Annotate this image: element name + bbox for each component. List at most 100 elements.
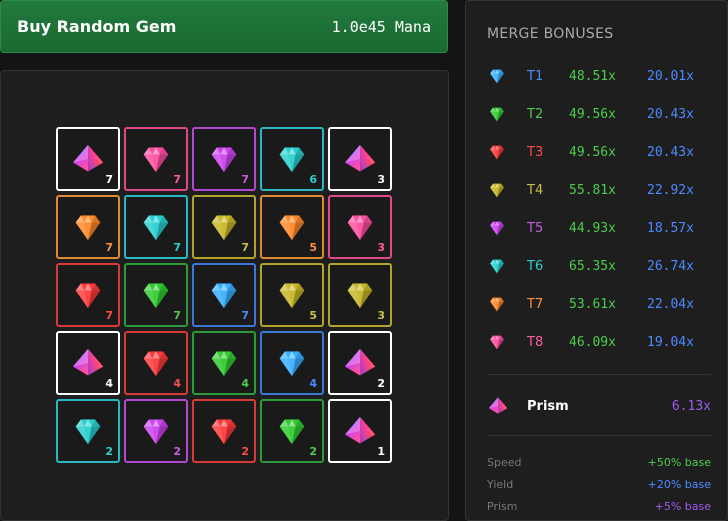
stat-value: +20% base: [647, 478, 711, 491]
gem-level: 7: [173, 241, 181, 254]
gem-slot[interactable]: 3: [328, 263, 392, 327]
gem-board: 7 7 7 6 3 7 7 7 5 3 7 7 7 5 3 4 4 4 4 2 …: [0, 70, 449, 521]
prism-gem-icon: [344, 416, 376, 445]
bonus-multiplier-primary: 49.56x: [569, 144, 616, 160]
stat-row-speed: Speed +50% base: [487, 456, 711, 469]
gem-slot[interactable]: 7: [56, 263, 120, 327]
orange-gem-icon: [489, 297, 505, 312]
tier-label: T4: [527, 182, 544, 198]
orange-gem-icon: [74, 214, 102, 242]
blue-gem-icon: [489, 69, 505, 84]
gem-level: 6: [309, 173, 317, 186]
cyan-gem-icon: [74, 418, 102, 446]
gem-slot[interactable]: 4: [260, 331, 324, 395]
gem-level: 2: [309, 445, 317, 458]
buy-button-label: Buy Random Gem: [17, 17, 177, 36]
gem-slot[interactable]: 7: [192, 263, 256, 327]
gem-slot[interactable]: 2: [328, 331, 392, 395]
gem-slot[interactable]: 7: [124, 263, 188, 327]
red-gem-icon: [210, 418, 238, 446]
gem-slot[interactable]: 2: [260, 399, 324, 463]
pink-gem-icon: [489, 335, 505, 350]
gem-slot[interactable]: 7: [56, 195, 120, 259]
gem-slot[interactable]: 4: [192, 331, 256, 395]
green-gem-icon: [489, 107, 505, 122]
prism-gem-icon: [72, 348, 104, 377]
gem-slot[interactable]: 7: [192, 127, 256, 191]
buy-cost: 1.0e45 Mana: [331, 17, 431, 36]
divider: [487, 435, 711, 436]
merge-bonuses-panel: MERGE BONUSES Prism 6.13x T1 48.51x 20.01x: [465, 0, 728, 521]
gem-level: 7: [241, 241, 249, 254]
gem-slot[interactable]: 6: [260, 127, 324, 191]
bonus-multiplier-primary: 46.09x: [569, 334, 616, 350]
tier-label: T2: [527, 106, 544, 122]
yellow-gem-icon: [278, 282, 306, 310]
gem-grid: 7 7 7 6 3 7 7 7 5 3 7 7 7 5 3 4 4 4 4 2 …: [56, 127, 392, 463]
bonus-multiplier-secondary: 26.74x: [647, 258, 694, 274]
bonus-multiplier-secondary: 19.04x: [647, 334, 694, 350]
purple-gem-icon: [210, 146, 238, 174]
bonus-multiplier-secondary: 18.57x: [647, 220, 694, 236]
prism-bonus-row: Prism 6.13x: [487, 395, 711, 417]
gem-slot[interactable]: 5: [260, 195, 324, 259]
gem-slot[interactable]: 7: [124, 195, 188, 259]
prism-label: Prism: [527, 398, 569, 414]
cyan-gem-icon: [278, 146, 306, 174]
yellow-gem-icon: [489, 183, 505, 198]
yellow-gem-icon: [346, 282, 374, 310]
red-gem-icon: [142, 350, 170, 378]
bonus-multiplier-secondary: 20.01x: [647, 68, 694, 84]
bonus-row-t6: T6 65.35x 26.74x: [487, 256, 717, 276]
gem-level: 7: [105, 241, 113, 254]
green-gem-icon: [278, 418, 306, 446]
gem-level: 7: [173, 309, 181, 322]
gem-slot[interactable]: 4: [56, 331, 120, 395]
tier-label: T7: [527, 296, 544, 312]
tier-label: T3: [527, 144, 544, 160]
gem-slot[interactable]: 2: [124, 399, 188, 463]
tier-label: T5: [527, 220, 544, 236]
tier-label: T8: [527, 334, 544, 350]
purple-gem-icon: [489, 221, 505, 236]
divider: [487, 374, 711, 375]
prism-gem-icon: [72, 144, 104, 173]
stat-label: Yield: [487, 478, 514, 491]
prism-value: 6.13x: [671, 398, 711, 414]
orange-gem-icon: [278, 214, 306, 242]
gem-level: 4: [173, 377, 181, 390]
red-gem-icon: [489, 145, 505, 160]
gem-slot[interactable]: 1: [328, 399, 392, 463]
gem-slot[interactable]: 2: [56, 399, 120, 463]
gem-level: 2: [105, 445, 113, 458]
gem-slot[interactable]: 3: [328, 195, 392, 259]
gem-slot[interactable]: 5: [260, 263, 324, 327]
bonus-row-t8: T8 46.09x 19.04x: [487, 332, 717, 352]
bonus-row-t7: T7 53.61x 22.04x: [487, 294, 717, 314]
gem-slot[interactable]: 4: [124, 331, 188, 395]
pink-gem-icon: [142, 146, 170, 174]
yellow-gem-icon: [210, 214, 238, 242]
gem-level: 4: [241, 377, 249, 390]
panel-title: MERGE BONUSES: [487, 26, 614, 42]
stat-value: +5% base: [654, 500, 711, 513]
stat-label: Prism: [487, 500, 518, 513]
gem-level: 7: [105, 309, 113, 322]
gem-level: 3: [377, 309, 385, 322]
tier-label: T1: [527, 68, 544, 84]
prism-gem-icon: [344, 144, 376, 173]
gem-level: 2: [241, 445, 249, 458]
red-gem-icon: [74, 282, 102, 310]
gem-level: 1: [377, 445, 385, 458]
gem-slot[interactable]: 3: [328, 127, 392, 191]
bonus-multiplier-primary: 65.35x: [569, 258, 616, 274]
gem-slot[interactable]: 2: [192, 399, 256, 463]
gem-slot[interactable]: 7: [124, 127, 188, 191]
buy-random-gem-button[interactable]: Buy Random Gem 1.0e45 Mana: [0, 0, 448, 53]
gem-slot[interactable]: 7: [56, 127, 120, 191]
gem-slot[interactable]: 7: [192, 195, 256, 259]
bonus-row-t1: T1 48.51x 20.01x: [487, 66, 717, 86]
bonus-multiplier-secondary: 22.92x: [647, 182, 694, 198]
bonus-multiplier-primary: 49.56x: [569, 106, 616, 122]
cyan-gem-icon: [489, 259, 505, 274]
